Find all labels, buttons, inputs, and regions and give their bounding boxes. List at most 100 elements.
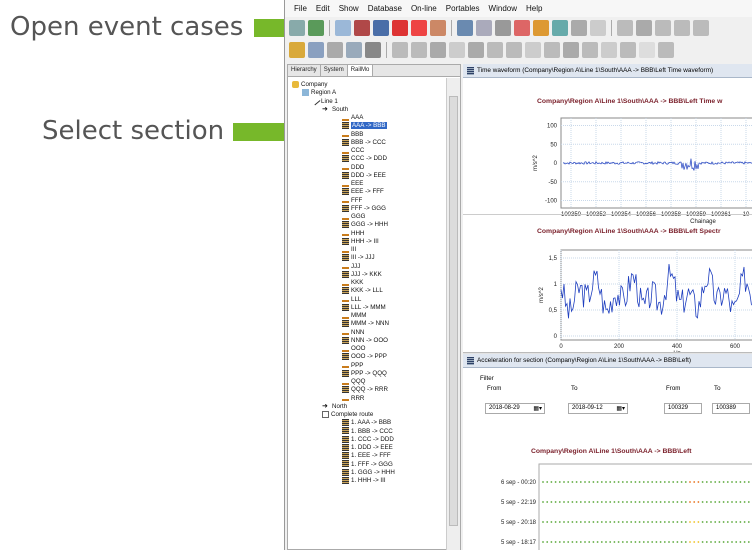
toolbar2-tool-icon[interactable] bbox=[449, 42, 465, 58]
date-from-field[interactable]: 2018-08-29 ▦▾ bbox=[485, 403, 545, 414]
date-to-value: 2018-09-12 bbox=[572, 405, 603, 411]
toolbar2-tool-icon[interactable] bbox=[563, 42, 579, 58]
data-point bbox=[621, 481, 624, 483]
toolbar1-tool-icon[interactable] bbox=[335, 20, 351, 36]
data-point bbox=[630, 501, 633, 503]
tab-system[interactable]: System bbox=[321, 65, 348, 76]
station-icon bbox=[342, 278, 349, 286]
date-to-field[interactable]: 2018-09-12 ▦▾ bbox=[568, 403, 628, 414]
menu-file[interactable]: File bbox=[294, 4, 307, 13]
data-point bbox=[714, 481, 717, 483]
toolbar1-tool-icon[interactable] bbox=[693, 20, 709, 36]
menu-bar: File Edit Show Database On-line Portables Wind… bbox=[285, 0, 752, 17]
tree-scroll-thumb[interactable] bbox=[449, 96, 458, 526]
data-point bbox=[584, 501, 586, 503]
toolbar1-tool-icon[interactable] bbox=[289, 20, 305, 36]
track-section-icon bbox=[342, 188, 349, 196]
menu-portables[interactable]: Portables bbox=[446, 4, 480, 13]
menu-window[interactable]: Window bbox=[489, 4, 517, 13]
toolbar2-tool-icon[interactable] bbox=[468, 42, 484, 58]
toolbar2-tool-icon[interactable] bbox=[346, 42, 362, 58]
data-point bbox=[693, 541, 696, 543]
toolbar2-tool-icon[interactable] bbox=[506, 42, 522, 58]
menu-help[interactable]: Help bbox=[526, 4, 542, 13]
menu-show[interactable]: Show bbox=[339, 4, 359, 13]
data-point bbox=[718, 481, 721, 483]
toolbar2-tool-icon[interactable] bbox=[365, 42, 381, 58]
data-point bbox=[550, 541, 553, 543]
y-tick-label: 5 sep - 18:17 bbox=[501, 540, 537, 546]
toolbar1-tool-icon[interactable] bbox=[514, 20, 530, 36]
data-point bbox=[647, 481, 649, 483]
data-point bbox=[567, 501, 570, 503]
toolbar2-tool-icon[interactable] bbox=[327, 42, 343, 58]
data-point bbox=[731, 521, 733, 523]
toolbar2-tool-icon[interactable] bbox=[289, 42, 305, 58]
data-point bbox=[588, 541, 591, 543]
toolbar2-tool-icon[interactable] bbox=[430, 42, 446, 58]
toolbar1-tool-icon[interactable] bbox=[636, 20, 652, 36]
data-point bbox=[680, 521, 683, 523]
toolbar1-tool-icon[interactable] bbox=[354, 20, 370, 36]
toolbar1-tool-icon[interactable] bbox=[590, 20, 606, 36]
chainage-from-label: From bbox=[666, 385, 681, 392]
toolbar2-tool-icon[interactable] bbox=[582, 42, 598, 58]
toolbar2-tool-icon[interactable] bbox=[658, 42, 674, 58]
data-point bbox=[542, 481, 544, 483]
toolbar1-tool-icon[interactable] bbox=[392, 20, 408, 36]
chainage-from-field[interactable]: 100329 bbox=[664, 403, 702, 414]
toolbar1-tool-icon[interactable] bbox=[308, 20, 324, 36]
tab-railmo[interactable]: RailMo bbox=[347, 65, 374, 76]
data-point bbox=[718, 541, 721, 543]
toolbar1-tool-icon[interactable] bbox=[411, 20, 427, 36]
toolbar1-tool-icon[interactable] bbox=[495, 20, 511, 36]
data-point bbox=[592, 501, 595, 503]
toolbar2-tool-icon[interactable] bbox=[620, 42, 636, 58]
toolbar2-tool-icon[interactable] bbox=[487, 42, 503, 58]
toolbar1-tool-icon[interactable] bbox=[617, 20, 633, 36]
data-point bbox=[651, 521, 654, 523]
toolbar1-tool-icon[interactable] bbox=[571, 20, 587, 36]
data-point bbox=[726, 481, 729, 483]
toolbar2-tool-icon[interactable] bbox=[525, 42, 541, 58]
toolbar2-tool-icon[interactable] bbox=[411, 42, 427, 58]
toolbar2-tool-icon[interactable] bbox=[601, 42, 617, 58]
tree-node-label: FFF -> GGG bbox=[351, 204, 386, 212]
toolbar1-tool-icon[interactable] bbox=[457, 20, 473, 36]
data-point bbox=[689, 481, 691, 483]
toolbar1-tool-icon[interactable] bbox=[533, 20, 549, 36]
chart-divider bbox=[463, 214, 752, 215]
menu-online[interactable]: On-line bbox=[411, 4, 437, 13]
toolbar1-tool-icon[interactable] bbox=[373, 20, 389, 36]
track-section-icon bbox=[342, 452, 349, 460]
toolbar2-tool-icon[interactable] bbox=[639, 42, 655, 58]
chainage-to-field[interactable]: 100389 bbox=[712, 403, 750, 414]
data-point bbox=[705, 481, 708, 483]
x-tick-label: 400 bbox=[672, 344, 683, 350]
tab-hierarchy[interactable]: Hierarchy bbox=[288, 65, 321, 76]
calendar-dropdown-icon[interactable]: ▦▾ bbox=[616, 405, 625, 414]
data-point bbox=[613, 541, 616, 543]
toolbar1-tool-icon[interactable] bbox=[655, 20, 671, 36]
menu-edit[interactable]: Edit bbox=[316, 4, 330, 13]
tree-node-label: KKK -> LLL bbox=[351, 287, 383, 295]
data-point bbox=[680, 541, 683, 543]
toolbar1-tool-icon[interactable] bbox=[552, 20, 568, 36]
data-point bbox=[663, 521, 666, 523]
toolbar2-tool-icon[interactable] bbox=[392, 42, 408, 58]
toolbar2-tool-icon[interactable] bbox=[544, 42, 560, 58]
tree-node-route-section[interactable]: 1. HHH -> III bbox=[342, 476, 386, 485]
toolbar1-tool-icon[interactable] bbox=[674, 20, 690, 36]
line-icon bbox=[310, 95, 321, 106]
data-point bbox=[588, 521, 591, 523]
y-tick-label: 5 sep - 22:19 bbox=[501, 500, 537, 506]
toolbar2-tool-icon[interactable] bbox=[308, 42, 324, 58]
x-tick-label: 100356 bbox=[636, 212, 657, 218]
toolbar1-tool-icon[interactable] bbox=[476, 20, 492, 36]
tree-scrollbar[interactable] bbox=[446, 78, 460, 550]
data-point bbox=[684, 541, 687, 543]
application-window: File Edit Show Database On-line Portables Wind… bbox=[284, 0, 752, 550]
toolbar1-tool-icon[interactable] bbox=[430, 20, 446, 36]
menu-database[interactable]: Database bbox=[368, 4, 402, 13]
calendar-dropdown-icon[interactable]: ▦▾ bbox=[533, 405, 542, 414]
